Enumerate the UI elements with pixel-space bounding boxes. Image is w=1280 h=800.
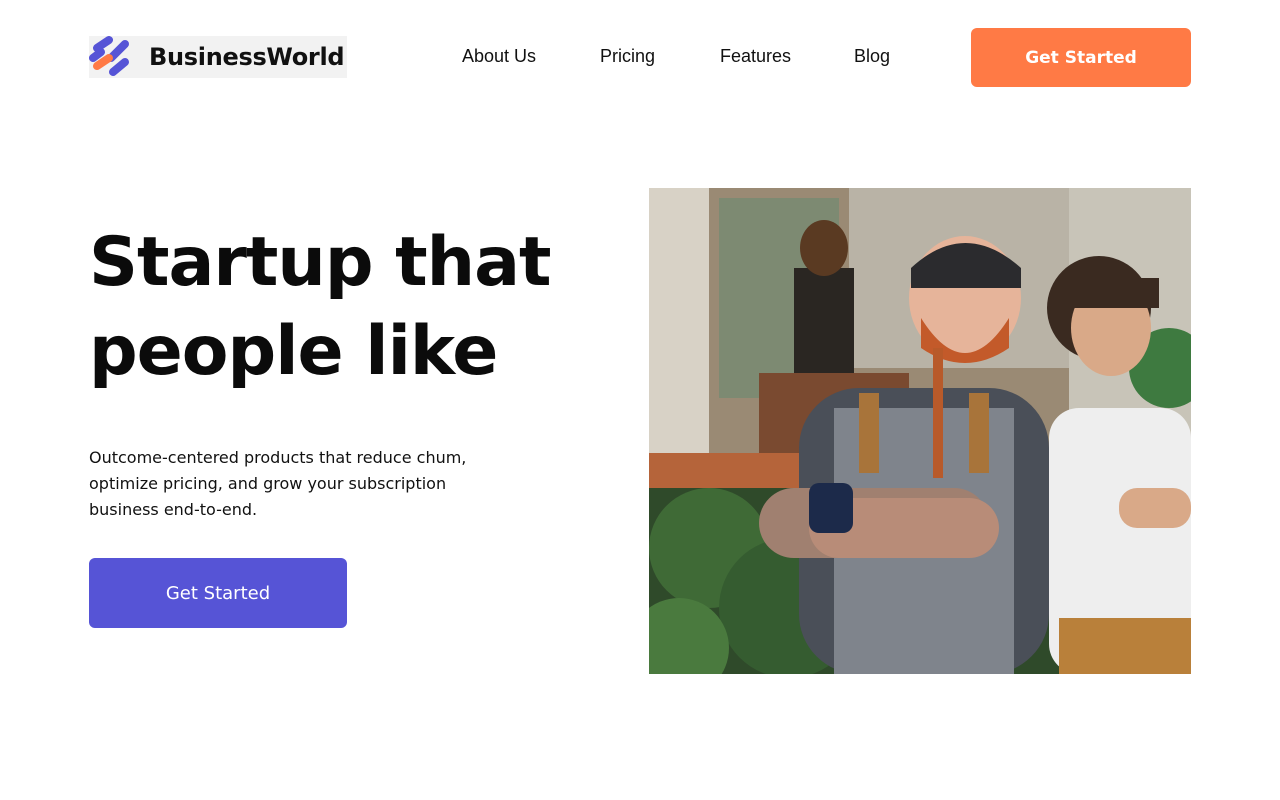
nav-item-about-us[interactable]: About Us <box>462 46 536 67</box>
hero-description: Outcome-centered products that reduce ch… <box>89 448 467 519</box>
hero-image <box>649 188 1191 674</box>
photo-two-baristas-icon <box>649 188 1191 674</box>
site-header: BusinessWorld About Us Pricing Features … <box>0 0 1280 114</box>
brand-name: BusinessWorld <box>149 43 345 71</box>
nav-item-features[interactable]: Features <box>720 46 791 67</box>
hero-get-started-button[interactable]: Get Started <box>89 558 347 628</box>
nav-item-pricing[interactable]: Pricing <box>600 46 655 67</box>
logo-icon <box>89 36 129 76</box>
brand-logo[interactable]: BusinessWorld <box>89 36 347 78</box>
header-get-started-button[interactable]: Get Started <box>971 28 1191 87</box>
nav-item-blog[interactable]: Blog <box>854 46 890 67</box>
hero-title: Startup that people like <box>89 223 551 391</box>
